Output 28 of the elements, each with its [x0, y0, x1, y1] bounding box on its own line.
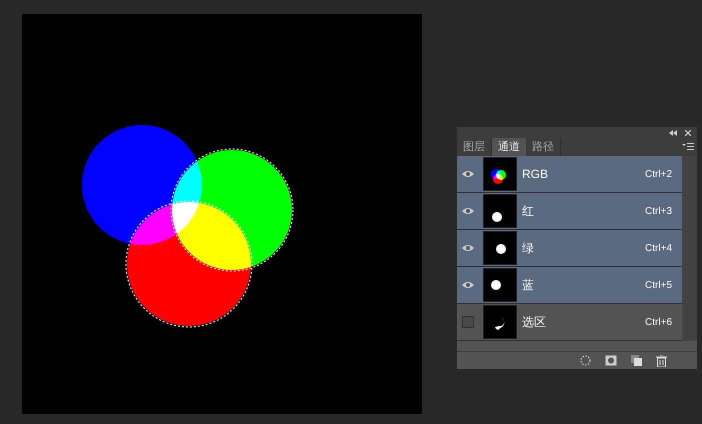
channel-shortcut: Ctrl+6 [645, 316, 672, 330]
channel-shortcut: Ctrl+5 [645, 278, 672, 292]
selection-icon[interactable] [580, 355, 591, 366]
channel-row[interactable]: 蓝 Ctrl+5 [457, 267, 682, 304]
channel-name: RGB [522, 166, 550, 183]
trash-icon[interactable] [656, 354, 667, 366]
channel-name: 蓝 [522, 277, 535, 294]
eye-icon[interactable] [462, 207, 474, 215]
channel-name: 选区 [522, 314, 547, 331]
channel-row[interactable]: RGB Ctrl+2 [457, 156, 682, 193]
close-icon[interactable] [685, 130, 691, 136]
channel-shortcut: Ctrl+4 [645, 242, 672, 256]
panel-tab[interactable]: 通道 [492, 138, 526, 156]
channel-row[interactable]: 绿 Ctrl+4 [457, 230, 682, 267]
new-channel-icon[interactable] [631, 355, 642, 366]
eye-icon[interactable] [462, 281, 474, 289]
channel-shortcut: Ctrl+2 [645, 168, 672, 182]
channel-row[interactable]: 选区 Ctrl+6 [457, 304, 682, 341]
collapse-icon[interactable] [669, 130, 677, 136]
mask-icon[interactable] [605, 355, 617, 366]
visibility-checkbox[interactable] [462, 316, 474, 328]
channel-shortcut: Ctrl+3 [645, 204, 672, 218]
channel-name: 红 [522, 203, 535, 220]
channel-row[interactable]: 红 Ctrl+3 [457, 193, 682, 230]
eye-icon[interactable] [462, 170, 474, 178]
menu-icon[interactable] [682, 143, 694, 150]
eye-icon[interactable] [462, 244, 474, 252]
channel-name: 绿 [522, 240, 535, 257]
